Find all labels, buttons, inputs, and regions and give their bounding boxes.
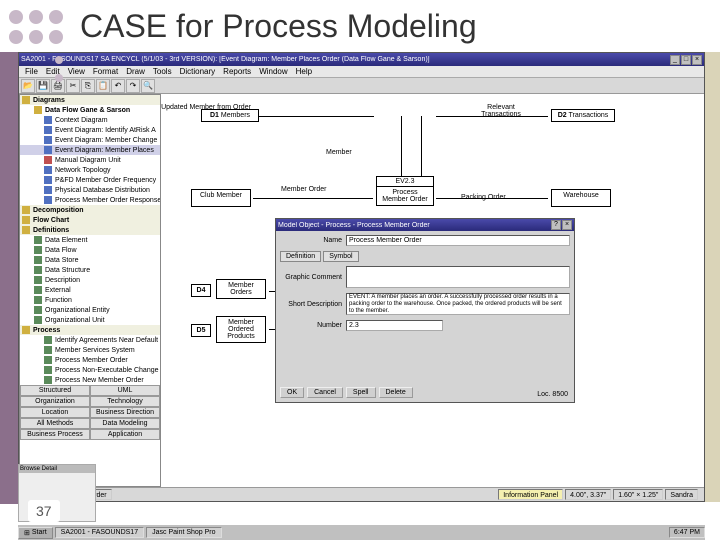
dialog-titlebar[interactable]: Model Object - Process - Process Member …	[276, 219, 574, 231]
toolbar: 📂 💾 🖨 ✂ ⎘ 📋 ↶ ↷ 🔍	[19, 78, 704, 94]
tree-def[interactable]: Data Element	[20, 235, 160, 245]
tree-def[interactable]: Organizational Unit	[20, 315, 160, 325]
graphic-label: Graphic Comment	[280, 274, 342, 281]
tree-item[interactable]: Physical Database Distribution	[20, 185, 160, 195]
tree-definitions[interactable]: Definitions	[20, 225, 160, 235]
taskbar-task[interactable]: Jasc Paint Shop Pro	[146, 527, 221, 538]
toolbar-copy-icon[interactable]: ⎘	[81, 79, 95, 93]
menu-bar: File Edit View Format Draw Tools Diction…	[19, 66, 704, 78]
external-warehouse[interactable]: Warehouse	[551, 189, 611, 207]
tree-def[interactable]: Description	[20, 275, 160, 285]
browse-detail-title: Browse Detail	[19, 465, 95, 473]
system-tray-clock[interactable]: 6:47 PM	[669, 527, 705, 538]
datastore-d4-label[interactable]: Member Orders	[216, 279, 266, 299]
toolbar-undo-icon[interactable]: ↶	[111, 79, 125, 93]
datastore-d5-label[interactable]: Member Ordered Products	[216, 316, 266, 343]
slide-number: 37	[28, 500, 60, 522]
tree-flowchart[interactable]: Flow Chart	[20, 215, 160, 225]
tree-proc[interactable]: Identify Agreements Near Default	[20, 335, 160, 345]
window-titlebar[interactable]: SA2001 - FASOUNDS17 SA ENCYCL (5/1/03 - …	[19, 53, 704, 66]
status-user: Sandra	[665, 489, 698, 500]
dialog-help-icon[interactable]: ?	[551, 220, 561, 230]
tree-tab[interactable]: Business Process	[20, 429, 90, 440]
tree-process[interactable]: Process	[20, 325, 160, 335]
spell-button[interactable]: Spell	[346, 387, 376, 398]
window-title: SA2001 - FASOUNDS17 SA ENCYCL (5/1/03 - …	[21, 56, 670, 63]
graphic-field[interactable]	[346, 266, 570, 288]
tree-tab[interactable]: Business Direction	[90, 407, 160, 418]
short-desc-label: Short Description	[280, 301, 342, 308]
tree-proc[interactable]: Process Member Order	[20, 355, 160, 365]
datastore-d4[interactable]: D4	[191, 284, 211, 297]
flow-member-order: Member Order	[281, 186, 327, 193]
dialog-tab-symbol[interactable]: Symbol	[323, 251, 358, 262]
tree-tab[interactable]: Organization	[20, 396, 90, 407]
tree-proc[interactable]: Process New Member Order	[20, 375, 160, 385]
windows-icon: ⊞	[24, 529, 30, 537]
menu-reports[interactable]: Reports	[219, 66, 255, 77]
toolbar-zoom-icon[interactable]: 🔍	[141, 79, 155, 93]
dialog-tab-definition[interactable]: Definition	[280, 251, 321, 262]
status-coords: 4.00", 3.37"	[565, 489, 611, 500]
dialog-loc-id: Loc. 8500	[537, 391, 568, 398]
tree-def[interactable]: External	[20, 285, 160, 295]
delete-button[interactable]: Delete	[379, 387, 413, 398]
tree-tab[interactable]: Location	[20, 407, 90, 418]
dialog-title: Model Object - Process - Process Member …	[278, 222, 551, 229]
tree-tab[interactable]: Data Modeling	[90, 418, 160, 429]
tree-tab[interactable]: UML	[90, 385, 160, 396]
status-size: 1.60" × 1.25"	[613, 489, 663, 500]
tree-tab[interactable]: All Methods	[20, 418, 90, 429]
flow-member: Member	[326, 149, 352, 156]
process-box[interactable]: EV2.3 Process Member Order	[376, 176, 434, 206]
properties-dialog[interactable]: Model Object - Process - Process Member …	[275, 218, 575, 403]
tree-def[interactable]: Data Structure	[20, 265, 160, 275]
slide-decoration	[5, 6, 73, 166]
number-field[interactable]	[346, 320, 443, 331]
tree-item[interactable]: Process Member Order Response	[20, 195, 160, 205]
toolbar-redo-icon[interactable]: ↷	[126, 79, 140, 93]
start-button[interactable]: ⊞ Start	[18, 527, 53, 539]
taskbar: ⊞ Start SA2001 - FASOUNDS17 Jasc Paint S…	[18, 524, 705, 540]
short-desc-field[interactable]: EVENT: A member places an order. A succe…	[346, 293, 570, 315]
status-info[interactable]: Information Panel	[498, 489, 563, 500]
maximize-icon[interactable]: □	[681, 55, 691, 65]
name-label: Name	[280, 237, 342, 244]
menu-dictionary[interactable]: Dictionary	[176, 66, 220, 77]
tree-tab[interactable]: Technology	[90, 396, 160, 407]
tree-def[interactable]: Data Flow	[20, 245, 160, 255]
dialog-close-icon[interactable]: ×	[562, 220, 572, 230]
tree-tab[interactable]: Structured	[20, 385, 90, 396]
tree-def[interactable]: Function	[20, 295, 160, 305]
datastore-d5[interactable]: D5	[191, 324, 211, 337]
menu-draw[interactable]: Draw	[122, 66, 149, 77]
cancel-button[interactable]: Cancel	[307, 387, 343, 398]
tree-item[interactable]: P&FD Member Order Frequency	[20, 175, 160, 185]
tree-tab[interactable]: Application	[90, 429, 160, 440]
datastore-d2[interactable]: D2 Transactions	[551, 109, 615, 122]
number-label: Number	[280, 322, 342, 329]
slide-title: CASE for Process Modeling	[0, 0, 720, 53]
tree-tabs: Structured UML Organization Technology L…	[20, 385, 160, 440]
statusbar: 1 Process Member Order Information Panel…	[19, 487, 704, 501]
slide-right-strip	[705, 52, 720, 502]
flow-updated-member: Updated Member from Order	[161, 104, 251, 111]
tree-proc[interactable]: Process Non-Executable Change	[20, 365, 160, 375]
menu-tools[interactable]: Tools	[149, 66, 176, 77]
taskbar-task[interactable]: SA2001 - FASOUNDS17	[55, 527, 144, 538]
close-icon[interactable]: ×	[692, 55, 702, 65]
ok-button[interactable]: OK	[280, 387, 304, 398]
minimize-icon[interactable]: _	[670, 55, 680, 65]
name-field[interactable]	[346, 235, 570, 246]
menu-help[interactable]: Help	[292, 66, 316, 77]
toolbar-paste-icon[interactable]: 📋	[96, 79, 110, 93]
tree-decomposition[interactable]: Decomposition	[20, 205, 160, 215]
tree-def[interactable]: Organizational Entity	[20, 305, 160, 315]
tree-item[interactable]: Network Topology	[20, 165, 160, 175]
menu-format[interactable]: Format	[89, 66, 122, 77]
menu-window[interactable]: Window	[255, 66, 291, 77]
external-club-member[interactable]: Club Member	[191, 189, 251, 207]
tree-def[interactable]: Data Store	[20, 255, 160, 265]
tree-proc[interactable]: Member Services System	[20, 345, 160, 355]
